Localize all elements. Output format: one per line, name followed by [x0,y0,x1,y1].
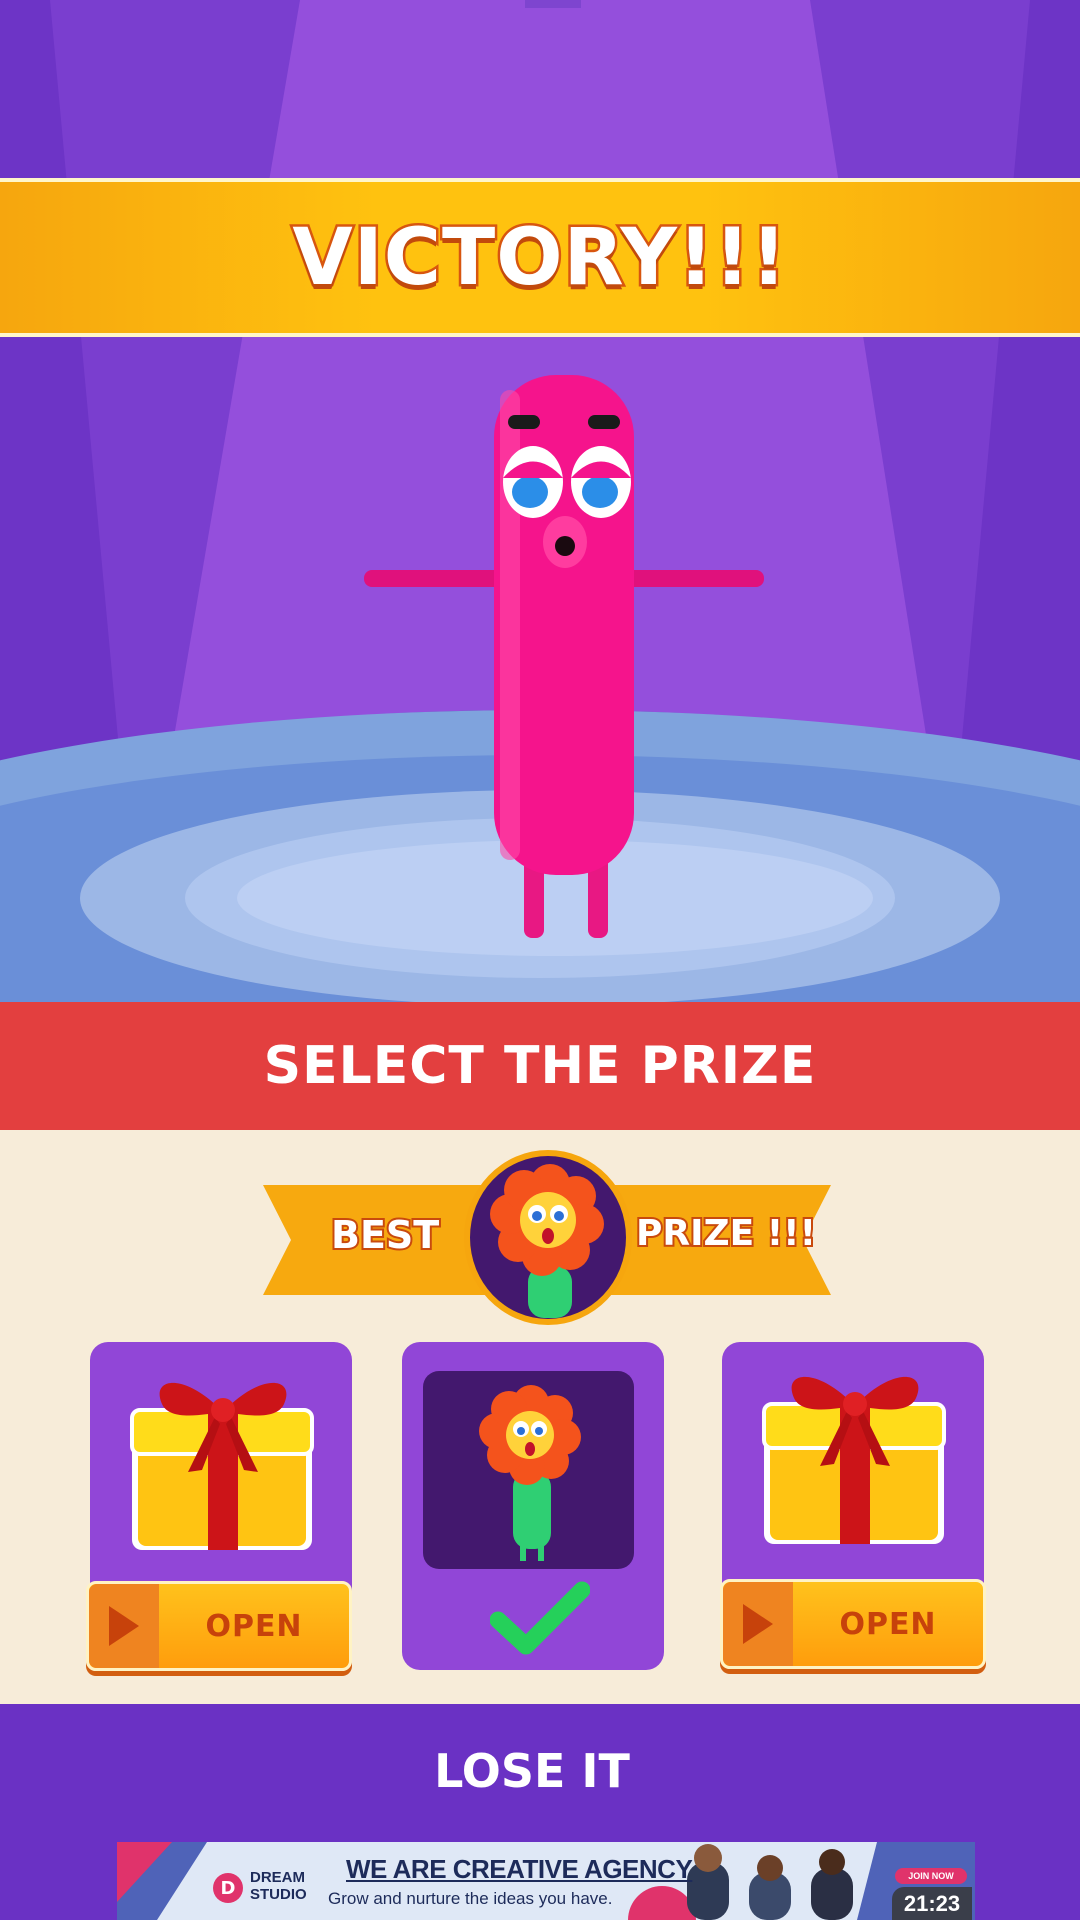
victory-banner: VICTORY!!! [0,178,1080,337]
checkmark-icon [490,1581,590,1655]
play-icon [89,1584,159,1668]
gift-box-icon [762,1376,946,1544]
play-icon [723,1582,793,1666]
flower-character-icon [490,1164,604,1318]
lose-it-button[interactable]: LOSE IT [0,1744,1064,1798]
select-prize-bar: SELECT THE PRIZE [0,1002,1080,1130]
ad-brand-line1: DREAM [250,1869,305,1886]
ad-logo-icon: D [213,1873,243,1903]
ad-headline: WE ARE CREATIVE AGENCY [346,1854,693,1884]
stage-scene: VICTORY!!! [0,0,1080,1002]
selected-prize-window [423,1371,634,1569]
gift-box-icon [130,1382,314,1550]
select-prize-title: SELECT THE PRIZE [263,1036,817,1096]
ad-brand-line2: STUDIO [250,1886,307,1903]
open-button-label: OPEN [839,1606,937,1642]
best-prize-label-left: BEST [329,1211,441,1259]
victory-title: VICTORY!!! [290,210,789,305]
flower-character-icon [479,1385,581,1561]
ad-join-button[interactable]: JOIN NOW [895,1868,967,1884]
best-prize-medal [464,1150,632,1325]
open-button-left[interactable]: OPEN [86,1581,352,1671]
open-button-right[interactable]: OPEN [720,1579,986,1669]
open-button-label: OPEN [205,1608,303,1644]
ad-subline: Grow and nurture the ideas you have. [328,1889,613,1908]
best-prize-label-right: PRIZE !!! [634,1211,818,1256]
stage-background [0,0,1080,1002]
ad-timer: 21:23 [892,1887,972,1920]
